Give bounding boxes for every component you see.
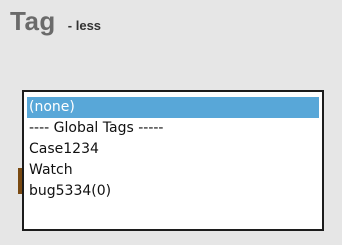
tag-option-none[interactable]: (none) — [27, 97, 319, 118]
tag-option-bug5334[interactable]: bug5334(0) — [27, 181, 319, 202]
tag-header: Tag - less — [10, 6, 101, 37]
tag-listbox[interactable]: (none) ---- Global Tags ----- Case1234 W… — [22, 90, 324, 231]
tag-option-global-tags-separator[interactable]: ---- Global Tags ----- — [27, 118, 319, 139]
tag-option-watch[interactable]: Watch — [27, 160, 319, 181]
panel-title: Tag — [10, 6, 56, 36]
tag-option-case1234[interactable]: Case1234 — [27, 139, 319, 160]
less-toggle-link[interactable]: - less — [68, 18, 101, 33]
tag-panel: Tag - less (none) ---- Global Tags -----… — [0, 0, 342, 245]
